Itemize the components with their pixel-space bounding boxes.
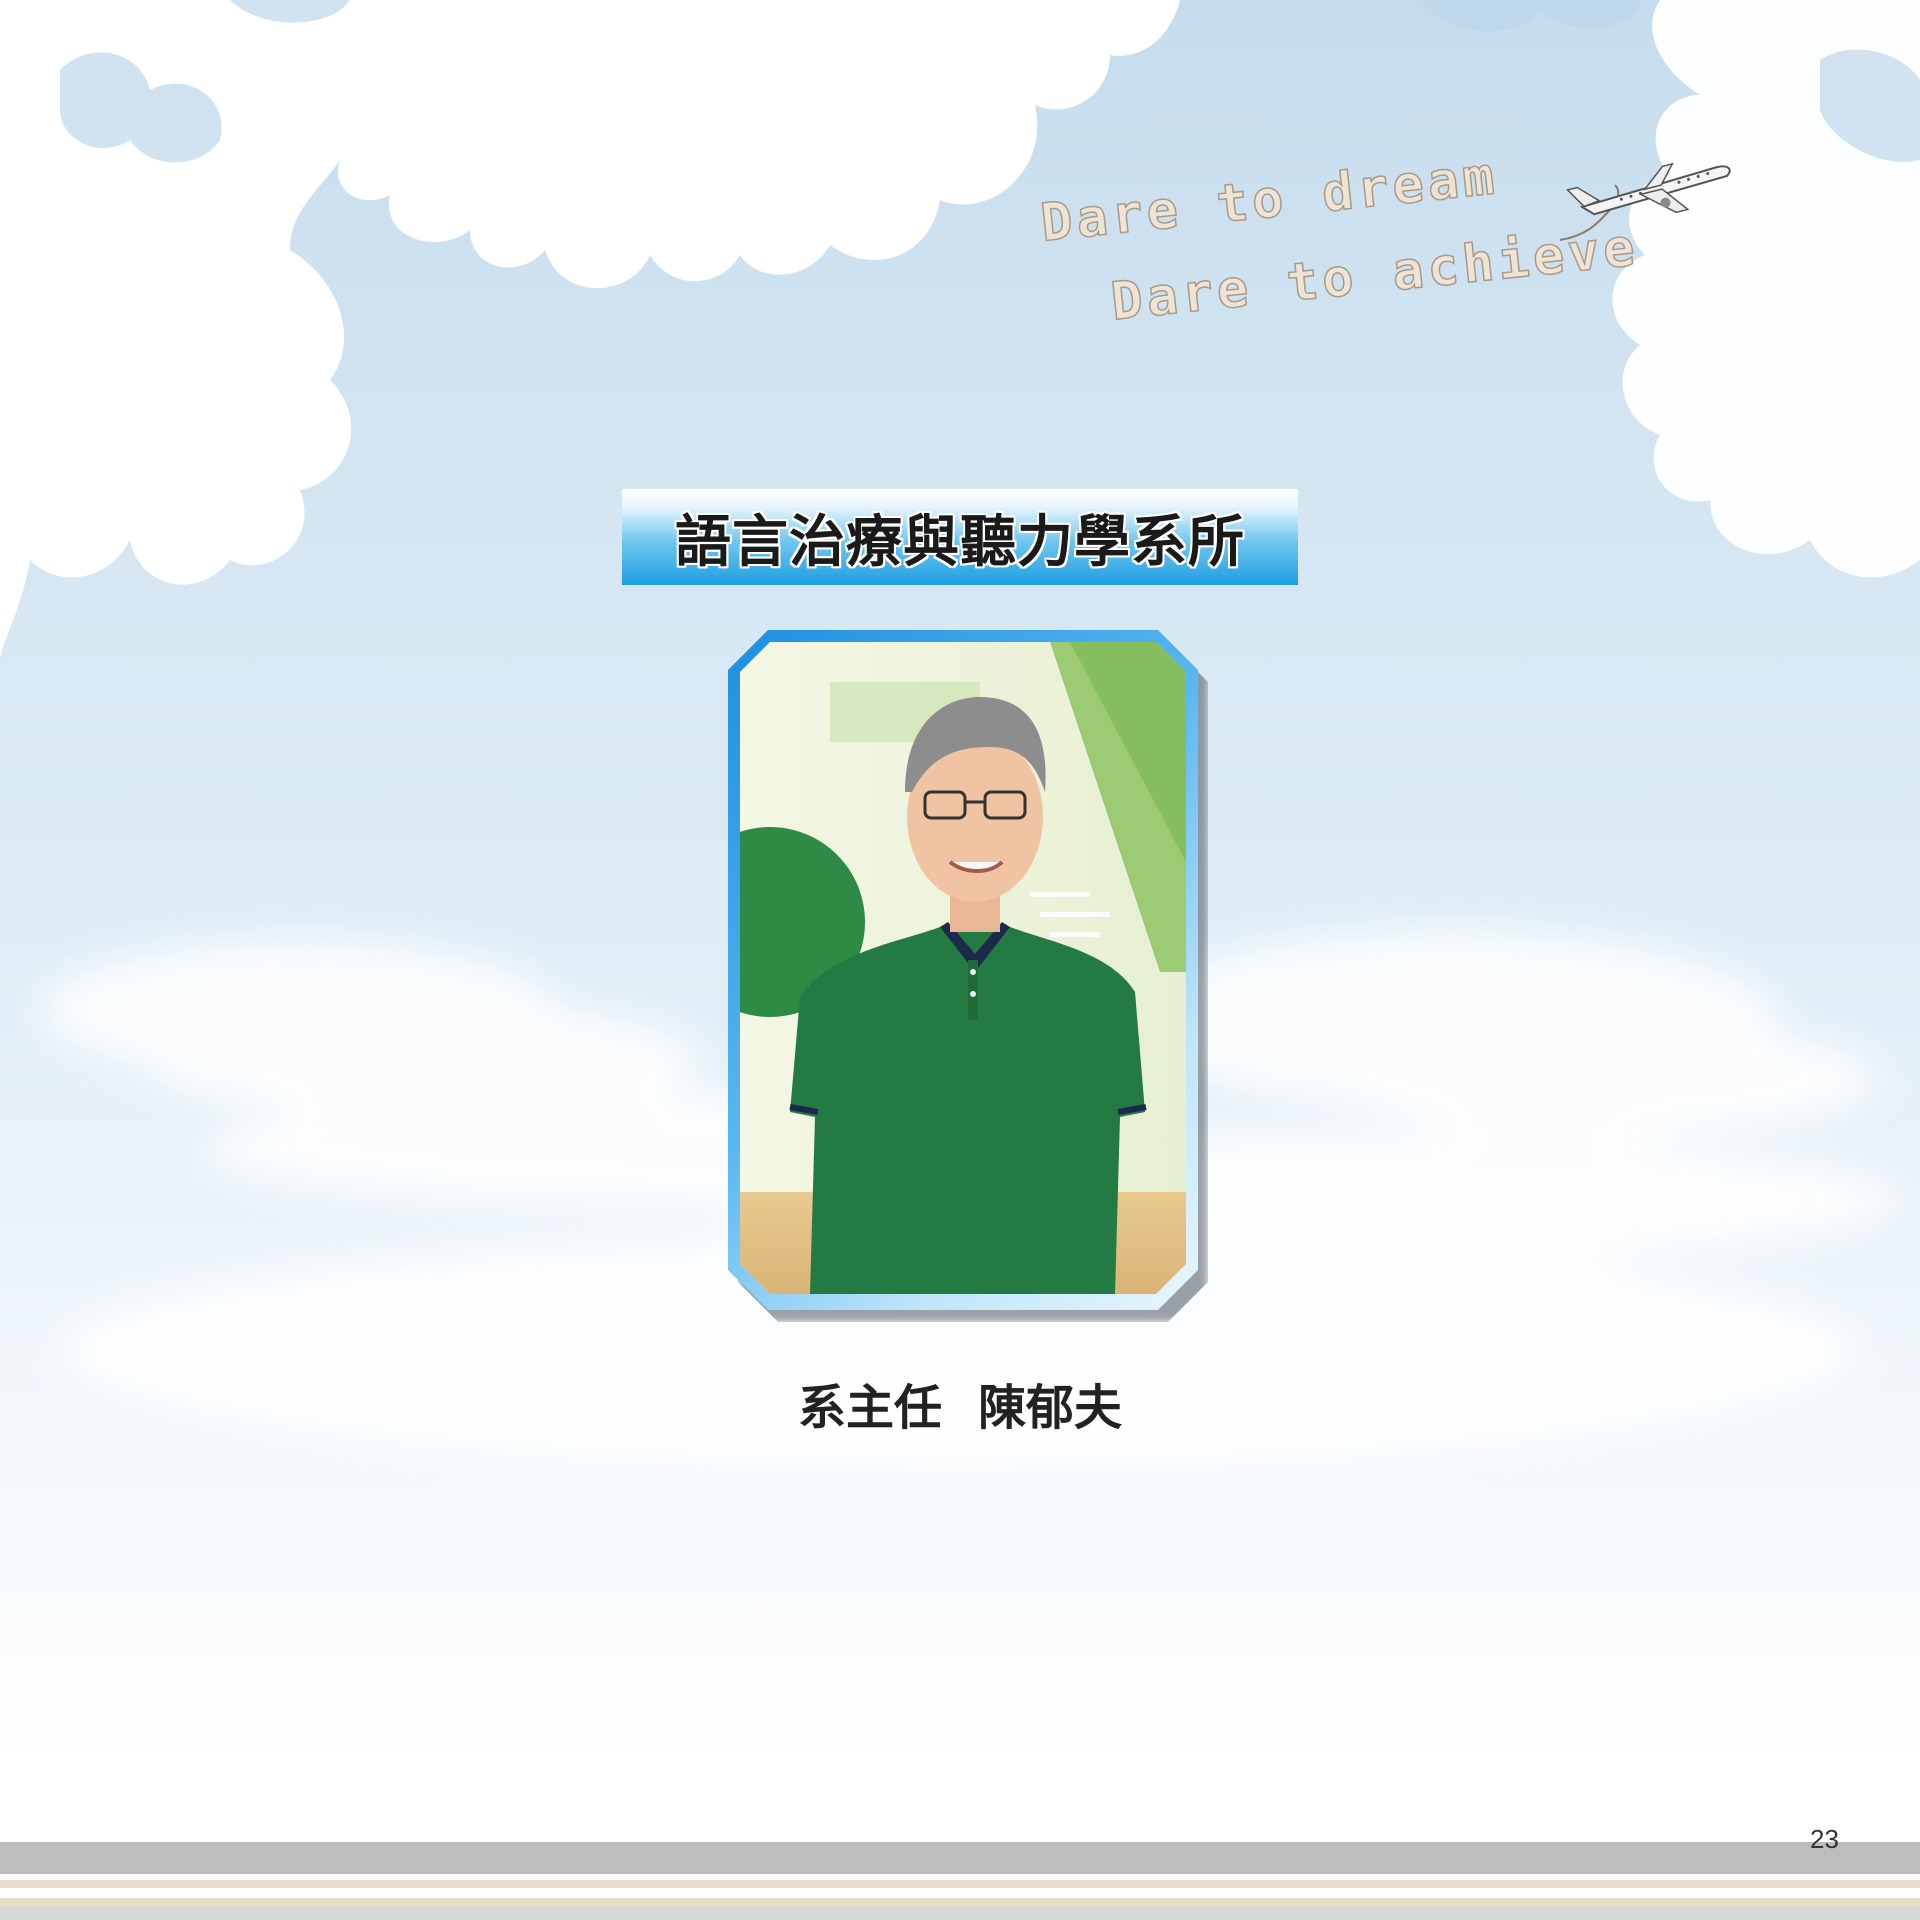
portrait-illustration	[740, 642, 1186, 1294]
page-number: 23	[1810, 1824, 1839, 1854]
caption-role: 系主任	[797, 1380, 942, 1436]
brochure-page: Dare to dream Dare to achieve 語言治療與聽力學系所	[0, 0, 1920, 1920]
portrait-frame	[728, 630, 1198, 1310]
footer-stripes	[0, 1842, 1920, 1920]
portrait-caption: 系主任 陳郁夫	[0, 1368, 1920, 1438]
department-banner: 語言治療與聽力學系所	[622, 489, 1298, 585]
portrait-photo	[740, 642, 1186, 1294]
department-title: 語言治療與聽力學系所	[675, 509, 1245, 575]
airplane-icon	[1559, 162, 1731, 241]
caption-name: 陳郁夫	[978, 1380, 1123, 1436]
